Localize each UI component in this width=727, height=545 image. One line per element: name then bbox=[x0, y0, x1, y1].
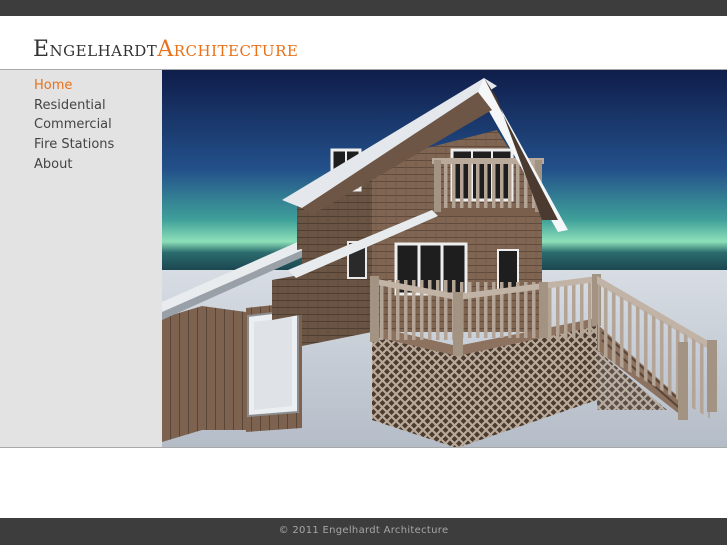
footer: © 2011 Engelhardt Architecture bbox=[0, 518, 727, 545]
logo-text-second: Architecture bbox=[157, 37, 299, 62]
nav-item-about[interactable]: About bbox=[34, 155, 114, 175]
nav-item-commercial[interactable]: Commercial bbox=[34, 115, 114, 135]
main-nav: Home Residential Commercial Fire Station… bbox=[34, 76, 114, 175]
nav-item-residential[interactable]: Residential bbox=[34, 96, 114, 116]
sidebar: Home Residential Commercial Fire Station… bbox=[0, 70, 162, 448]
hero-image bbox=[162, 70, 727, 448]
nav-item-home[interactable]: Home bbox=[34, 76, 114, 96]
header: EngelhardtArchitecture bbox=[0, 16, 727, 70]
site-logo[interactable]: EngelhardtArchitecture bbox=[33, 37, 298, 63]
top-bar bbox=[0, 0, 727, 16]
logo-text-first: Engelhardt bbox=[33, 37, 158, 62]
content-divider bbox=[0, 447, 727, 448]
copyright-text: © 2011 Engelhardt Architecture bbox=[278, 525, 449, 536]
house-rendering-image bbox=[162, 70, 727, 448]
nav-item-fire-stations[interactable]: Fire Stations bbox=[34, 135, 114, 155]
